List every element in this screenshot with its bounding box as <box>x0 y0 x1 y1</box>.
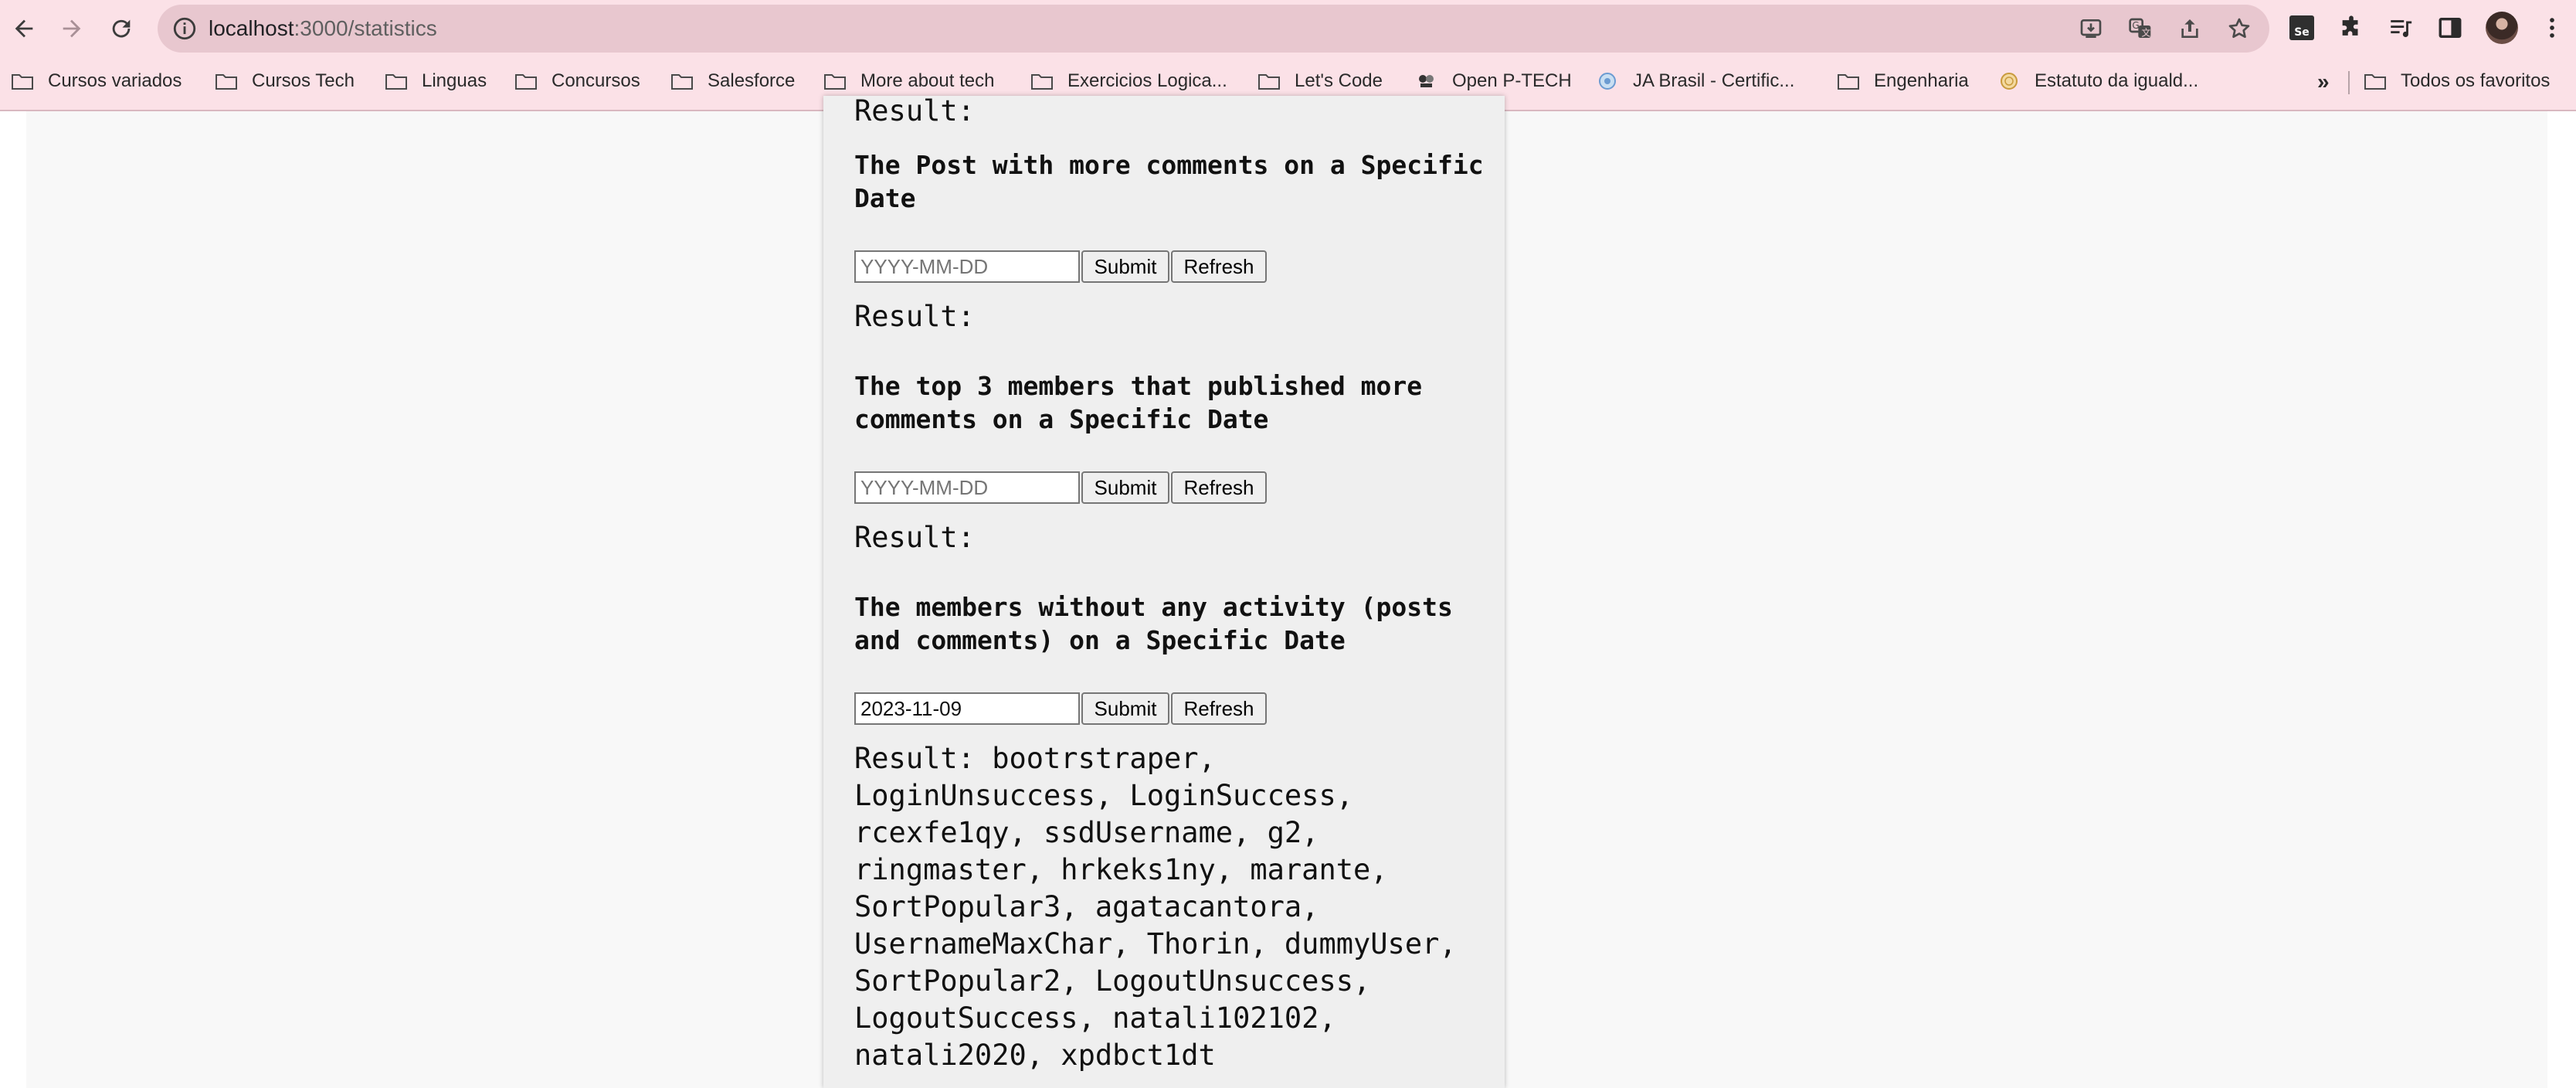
info-icon <box>173 17 196 40</box>
ptech-logo-icon <box>1415 71 1438 91</box>
result-top-members: Result: <box>854 521 975 554</box>
bookmark-item[interactable]: More about tech <box>823 66 994 96</box>
all-bookmarks-folder[interactable]: Todos os favoritos <box>2364 66 2550 96</box>
forward-button[interactable] <box>53 9 91 48</box>
page-viewport: Result: The Post with more comments on a… <box>0 94 2576 1088</box>
folder-icon <box>514 71 538 91</box>
date-input-post-most-comments[interactable] <box>854 250 1080 283</box>
bookmark-label: Linguas <box>422 70 487 91</box>
bookmark-item[interactable]: Linguas <box>385 66 487 96</box>
section-heading-post-most-comments: The Post with more comments on a Specifi… <box>854 150 1484 213</box>
folder-icon <box>385 71 408 91</box>
date-input-top-members[interactable] <box>854 471 1080 504</box>
result-inactive-members: Result: bootrstraper, LoginUnsuccess, Lo… <box>854 742 1457 1072</box>
folder-icon <box>670 71 694 91</box>
seal-icon <box>1997 71 2021 91</box>
bookmark-star-icon[interactable] <box>2225 14 2254 43</box>
folder-icon <box>1257 71 1281 91</box>
bookmarks-divider <box>2348 71 2350 94</box>
bookmark-item[interactable]: Concursos <box>514 66 640 96</box>
bookmark-label: Cursos variados <box>48 70 182 91</box>
date-input-inactive-members[interactable] <box>854 692 1080 725</box>
bookmarks-overflow-button[interactable]: » <box>2317 70 2330 94</box>
reading-list-icon[interactable] <box>2384 11 2418 45</box>
bookmark-item[interactable]: Open P-TECH <box>1415 66 1572 96</box>
previous-result-text: Result: <box>854 94 975 128</box>
bookmark-label: Engenharia <box>1874 70 1969 91</box>
bookmark-label: Let's Code <box>1295 70 1383 91</box>
folder-icon <box>215 71 238 91</box>
bookmark-item[interactable]: Cursos variados <box>11 66 182 96</box>
share-icon[interactable] <box>2175 14 2204 43</box>
reload-icon <box>112 19 131 38</box>
submit-button[interactable]: Submit <box>1081 471 1169 504</box>
result-post-most-comments: Result: <box>854 300 975 333</box>
bookmark-label: Concursos <box>552 70 640 91</box>
submit-button[interactable]: Submit <box>1081 692 1169 725</box>
reload-button[interactable] <box>102 9 141 48</box>
folder-icon <box>1837 71 1860 91</box>
statistics-panel: Result: The Post with more comments on a… <box>823 94 1505 1088</box>
bookmark-item[interactable]: Exercicios Logica... <box>1030 66 1227 96</box>
section-heading-inactive-members: The members without any activity (posts … <box>854 592 1453 655</box>
bookmark-label: Estatuto da iguald... <box>2035 70 2199 91</box>
refresh-button[interactable]: Refresh <box>1171 471 1267 504</box>
section-heading-top-members: The top 3 members that published more co… <box>854 371 1423 434</box>
folder-icon <box>823 71 847 91</box>
submit-button[interactable]: Submit <box>1081 250 1169 283</box>
install-app-icon[interactable] <box>2076 14 2106 43</box>
svg-text:文: 文 <box>2141 26 2150 38</box>
back-button[interactable] <box>5 9 43 48</box>
bookmark-label: JA Brasil - Certific... <box>1633 70 1795 91</box>
bookmark-item[interactable]: Cursos Tech <box>215 66 355 96</box>
bookmark-item[interactable]: Salesforce <box>670 66 795 96</box>
arrow-right-icon <box>63 19 81 38</box>
bookmark-item[interactable]: JA Brasil - Certific... <box>1596 66 1794 96</box>
bookmark-item[interactable]: Let's Code <box>1257 66 1383 96</box>
svg-text:G: G <box>2132 20 2139 31</box>
all-bookmarks-label: Todos os favoritos <box>2401 70 2551 91</box>
bookmark-item[interactable]: Engenharia <box>1837 66 1969 96</box>
translate-icon[interactable]: 文G <box>2126 14 2155 43</box>
address-bar[interactable]: localhost:3000/statistics 文G <box>158 5 2269 53</box>
arrow-left-icon <box>15 19 33 38</box>
url-text: localhost:3000/statistics <box>209 14 437 43</box>
url-path: :3000/statistics <box>294 16 437 40</box>
bookmark-label: More about tech <box>860 70 995 91</box>
url-host: localhost <box>209 16 294 40</box>
browser-toolbar: localhost:3000/statistics 文G Se <box>0 0 2576 57</box>
ja-logo-icon <box>1596 71 1619 91</box>
folder-icon <box>1030 71 1054 91</box>
selenium-extension-icon[interactable]: Se <box>2285 11 2319 45</box>
bookmark-label: Exercicios Logica... <box>1067 70 1227 91</box>
side-panel-icon[interactable] <box>2433 11 2467 45</box>
extensions-puzzle-icon[interactable] <box>2334 11 2368 45</box>
folder-icon <box>2364 71 2387 91</box>
kebab-menu-icon[interactable] <box>2535 11 2569 45</box>
refresh-button[interactable]: Refresh <box>1171 250 1267 283</box>
bookmark-item[interactable]: Estatuto da iguald... <box>1997 66 2198 96</box>
folder-icon <box>11 71 34 91</box>
bookmark-label: Open P-TECH <box>1452 70 1572 91</box>
refresh-button[interactable]: Refresh <box>1171 692 1267 725</box>
profile-avatar[interactable] <box>2486 12 2518 44</box>
bookmark-label: Cursos Tech <box>252 70 355 91</box>
bookmark-label: Salesforce <box>708 70 796 91</box>
